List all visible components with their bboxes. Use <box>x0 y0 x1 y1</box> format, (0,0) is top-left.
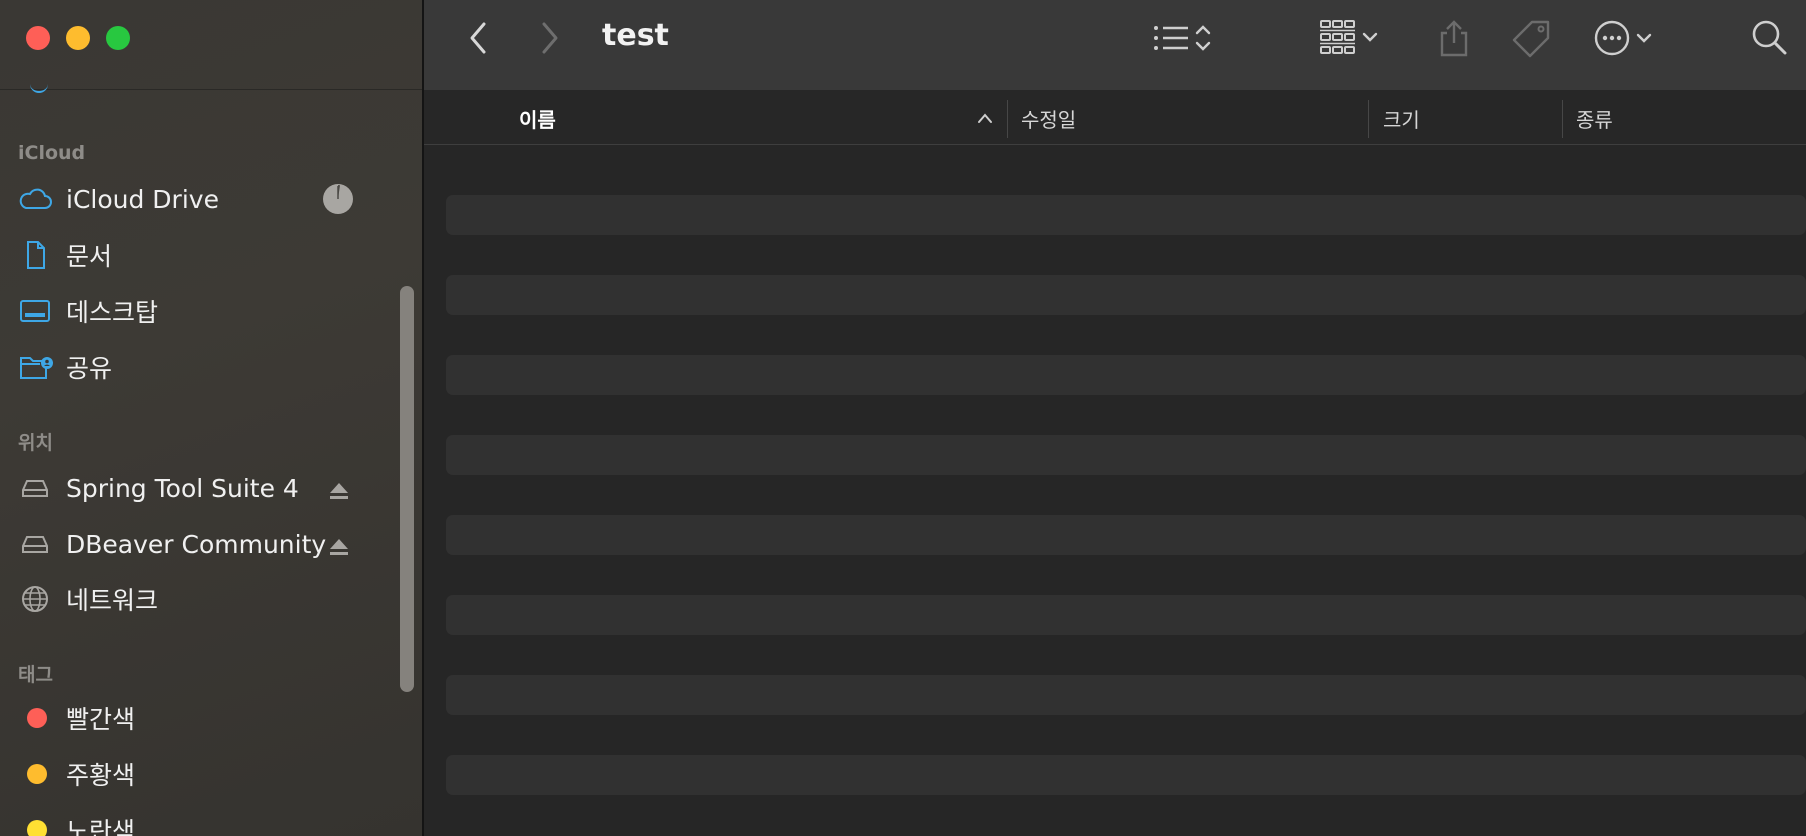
partial-sidebar-icon <box>30 83 48 93</box>
sidebar-item-icloud-drive[interactable]: iCloud Drive <box>18 177 362 221</box>
sidebar-item-tag-orange[interactable]: 주황색 <box>18 752 362 796</box>
section-header-locations: 위치 <box>18 432 53 454</box>
section-header-icloud: iCloud <box>18 142 86 164</box>
chevron-right-icon <box>534 20 564 60</box>
tag-red-dot-icon <box>27 708 47 728</box>
zoom-window-button[interactable] <box>106 26 130 50</box>
tag-button[interactable] <box>1510 18 1554 62</box>
sidebar: iCloud iCloud Drive 문서 데스크탑 공유 위치 Spring <box>0 0 424 836</box>
sidebar-item-label: 빨간색 <box>66 705 136 734</box>
sidebar-item-label: 데스크탑 <box>66 298 159 327</box>
search-button[interactable] <box>1750 18 1790 62</box>
grid-group-icon <box>1318 18 1358 60</box>
list-row-stripe <box>446 755 1806 795</box>
column-separator[interactable] <box>1368 100 1369 138</box>
sidebar-item-documents[interactable]: 문서 <box>18 233 362 277</box>
column-header-bar: 이름 수정일 크기 종류 <box>424 90 1806 145</box>
desktop-icon <box>18 296 56 326</box>
tag-orange-dot-icon <box>27 764 47 784</box>
sidebar-item-label: Spring Tool Suite 4 <box>66 473 299 503</box>
sidebar-item-label: 문서 <box>66 242 113 271</box>
file-list[interactable] <box>424 145 1806 836</box>
toolbar: test <box>424 0 1806 91</box>
window-controls <box>26 26 130 50</box>
action-menu-button[interactable] <box>1592 18 1656 62</box>
sidebar-item-label: 주황색 <box>66 761 136 790</box>
sidebar-item-tag-yellow[interactable]: 노란색 <box>18 808 362 836</box>
close-window-button[interactable] <box>26 26 50 50</box>
chevron-down-icon <box>1632 18 1656 62</box>
tag-yellow-dot-icon <box>27 820 47 836</box>
sync-progress-icon <box>322 183 354 221</box>
sidebar-item-network[interactable]: 네트워크 <box>18 577 362 621</box>
chevron-left-icon <box>464 20 494 60</box>
chevron-updown-icon <box>1192 20 1214 60</box>
sidebar-item-label: DBeaver Community <box>66 529 327 559</box>
column-header-size[interactable]: 크기 <box>1383 104 1420 133</box>
list-row-stripe <box>446 195 1806 235</box>
tag-icon <box>1510 18 1554 62</box>
eject-icon[interactable] <box>328 534 350 563</box>
search-icon <box>1750 18 1790 62</box>
sidebar-item-label: 공유 <box>66 354 113 383</box>
column-header-kind[interactable]: 종류 <box>1576 104 1613 133</box>
minimize-window-button[interactable] <box>66 26 90 50</box>
share-icon <box>1434 18 1474 62</box>
window-title: test <box>602 18 669 53</box>
sidebar-item-shared[interactable]: 공유 <box>18 345 362 389</box>
sidebar-item-label: iCloud Drive <box>66 184 219 214</box>
sidebar-item-tag-red[interactable]: 빨간색 <box>18 696 362 740</box>
column-header-name[interactable]: 이름 <box>519 104 556 133</box>
sort-ascending-icon <box>976 110 994 129</box>
column-separator[interactable] <box>1007 100 1008 138</box>
list-row-stripe <box>446 595 1806 635</box>
chevron-down-icon <box>1358 18 1382 60</box>
disk-icon <box>18 529 56 559</box>
list-view-icon <box>1152 20 1192 60</box>
sidebar-item-spring-tool-suite[interactable]: Spring Tool Suite 4 <box>18 466 362 510</box>
view-options-button[interactable] <box>1152 20 1214 60</box>
share-button[interactable] <box>1434 18 1474 62</box>
section-header-tags: 태그 <box>18 664 53 686</box>
disk-icon <box>18 473 56 503</box>
sidebar-divider <box>0 89 422 90</box>
group-button[interactable] <box>1318 18 1382 60</box>
shared-folder-icon <box>18 352 56 382</box>
ellipsis-circle-icon <box>1592 18 1632 62</box>
list-row-stripe <box>446 275 1806 315</box>
document-icon <box>18 240 56 270</box>
cloud-icon <box>18 184 56 214</box>
sidebar-item-dbeaver-community[interactable]: DBeaver Community <box>18 522 362 566</box>
column-header-modified[interactable]: 수정일 <box>1021 104 1076 133</box>
sidebar-item-label: 노란색 <box>66 817 136 836</box>
list-row-stripe <box>446 515 1806 555</box>
list-row-stripe <box>446 435 1806 475</box>
forward-button[interactable] <box>534 20 564 60</box>
back-button[interactable] <box>464 20 494 60</box>
sidebar-item-label: 네트워크 <box>66 586 159 615</box>
sidebar-scrollbar[interactable] <box>400 286 414 692</box>
list-row-stripe <box>446 675 1806 715</box>
list-row-stripe <box>446 355 1806 395</box>
column-separator[interactable] <box>1562 100 1563 138</box>
eject-icon[interactable] <box>328 478 350 507</box>
network-icon <box>18 584 56 614</box>
sidebar-item-desktop[interactable]: 데스크탑 <box>18 289 362 333</box>
